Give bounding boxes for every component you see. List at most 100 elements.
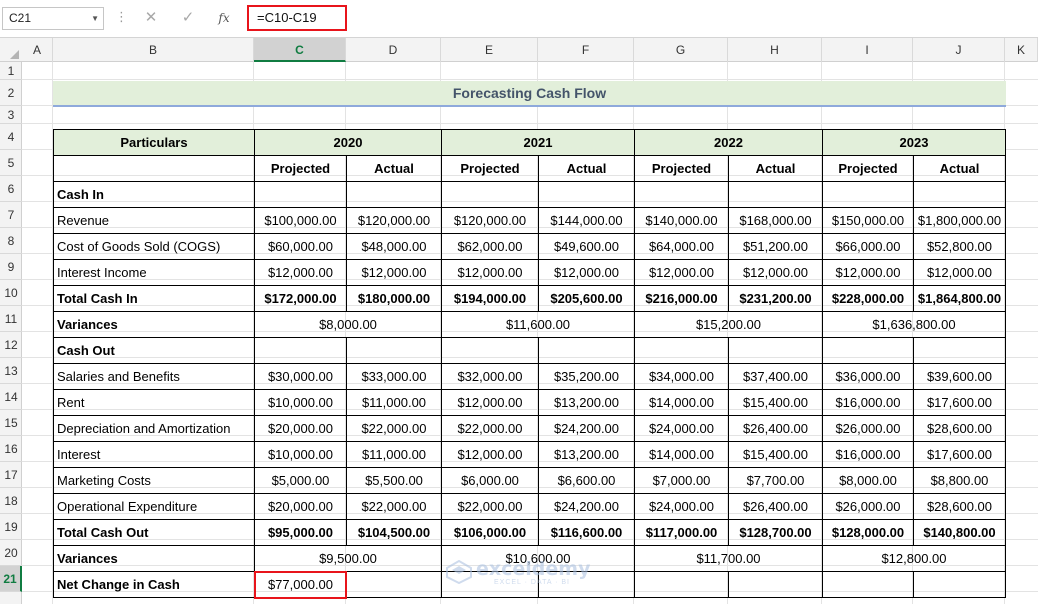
- row-header-7[interactable]: 7: [0, 202, 22, 228]
- table-cell[interactable]: $30,000.00: [254, 363, 347, 390]
- table-cell[interactable]: $15,400.00: [728, 441, 823, 468]
- column-header-d[interactable]: D: [346, 38, 441, 62]
- row-header-20[interactable]: 20: [0, 540, 22, 566]
- row-header-17[interactable]: 17: [0, 462, 22, 488]
- row-header-2[interactable]: 2: [0, 80, 22, 106]
- row-header-19[interactable]: 19: [0, 514, 22, 540]
- table-cell[interactable]: $116,600.00: [538, 519, 635, 546]
- table-cell[interactable]: $12,000.00: [441, 441, 539, 468]
- subheader-actual[interactable]: Actual: [538, 155, 635, 182]
- table-cell[interactable]: $6,600.00: [538, 467, 635, 494]
- table-cell[interactable]: $5,500.00: [346, 467, 442, 494]
- table-cell[interactable]: $60,000.00: [254, 233, 347, 260]
- table-cell[interactable]: $5,000.00: [254, 467, 347, 494]
- table-cell[interactable]: $205,600.00: [538, 285, 635, 312]
- table-cell[interactable]: $22,000.00: [441, 415, 539, 442]
- table-cell[interactable]: $104,500.00: [346, 519, 442, 546]
- table-cell[interactable]: [346, 571, 442, 598]
- table-cell[interactable]: $8,000.00: [822, 467, 914, 494]
- chevron-down-icon[interactable]: ▼: [91, 8, 99, 29]
- table-cell[interactable]: $1,800,000.00: [913, 207, 1006, 234]
- row-label[interactable]: Salaries and Benefits: [53, 363, 255, 390]
- column-header-j[interactable]: J: [913, 38, 1005, 62]
- table-cell[interactable]: $128,000.00: [822, 519, 914, 546]
- row-label[interactable]: Interest Income: [53, 259, 255, 286]
- table-cell[interactable]: $7,700.00: [728, 467, 823, 494]
- row-header-1[interactable]: 1: [0, 62, 22, 80]
- row-header-8[interactable]: 8: [0, 228, 22, 254]
- variance-value[interactable]: $9,500.00: [254, 545, 442, 572]
- row-header-9[interactable]: 9: [0, 254, 22, 280]
- subheader-actual[interactable]: Actual: [913, 155, 1006, 182]
- table-cell[interactable]: $22,000.00: [441, 493, 539, 520]
- table-cell[interactable]: $12,000.00: [254, 259, 347, 286]
- table-cell[interactable]: $11,000.00: [346, 389, 442, 416]
- table-cell[interactable]: $12,000.00: [822, 259, 914, 286]
- table-cell[interactable]: $28,600.00: [913, 415, 1006, 442]
- subheader-projected[interactable]: Projected: [441, 155, 539, 182]
- table-cell[interactable]: [538, 337, 635, 364]
- table-cell[interactable]: [538, 181, 635, 208]
- table-cell[interactable]: $12,000.00: [728, 259, 823, 286]
- subheader-projected[interactable]: Projected: [254, 155, 347, 182]
- table-cell[interactable]: $216,000.00: [634, 285, 729, 312]
- row-label[interactable]: Total Cash In: [53, 285, 255, 312]
- row-header-16[interactable]: 16: [0, 436, 22, 462]
- table-cell[interactable]: [634, 337, 729, 364]
- header-year-2022[interactable]: 2022: [634, 129, 823, 156]
- table-cell[interactable]: $16,000.00: [822, 389, 914, 416]
- column-header-g[interactable]: G: [634, 38, 728, 62]
- name-box[interactable]: C21 ▼: [2, 7, 104, 30]
- row-header-4[interactable]: 4: [0, 124, 22, 150]
- table-cell[interactable]: $24,200.00: [538, 493, 635, 520]
- header-particulars[interactable]: Particulars: [53, 129, 255, 156]
- table-cell[interactable]: [254, 181, 347, 208]
- table-cell[interactable]: $51,200.00: [728, 233, 823, 260]
- table-cell[interactable]: $16,000.00: [822, 441, 914, 468]
- table-cell[interactable]: $62,000.00: [441, 233, 539, 260]
- table-cell[interactable]: $14,000.00: [634, 441, 729, 468]
- table-cell[interactable]: $194,000.00: [441, 285, 539, 312]
- table-cell[interactable]: $13,200.00: [538, 389, 635, 416]
- table-cell[interactable]: $150,000.00: [822, 207, 914, 234]
- table-cell[interactable]: [441, 337, 539, 364]
- table-cell[interactable]: $120,000.00: [346, 207, 442, 234]
- select-all-button[interactable]: [0, 38, 22, 62]
- table-cell[interactable]: $22,000.00: [346, 415, 442, 442]
- table-cell[interactable]: $20,000.00: [254, 415, 347, 442]
- table-cell[interactable]: $34,000.00: [634, 363, 729, 390]
- table-cell[interactable]: $20,000.00: [254, 493, 347, 520]
- table-cell[interactable]: $48,000.00: [346, 233, 442, 260]
- header-year-2023[interactable]: 2023: [822, 129, 1006, 156]
- subheader-actual[interactable]: Actual: [728, 155, 823, 182]
- subheader-actual[interactable]: Actual: [346, 155, 442, 182]
- table-cell[interactable]: $10,000.00: [254, 441, 347, 468]
- table-cell[interactable]: $52,800.00: [913, 233, 1006, 260]
- table-cell[interactable]: $7,000.00: [634, 467, 729, 494]
- table-cell[interactable]: [822, 337, 914, 364]
- table-cell[interactable]: $172,000.00: [254, 285, 347, 312]
- row-header-13[interactable]: 13: [0, 358, 22, 384]
- table-cell[interactable]: $120,000.00: [441, 207, 539, 234]
- table-cell[interactable]: $12,000.00: [346, 259, 442, 286]
- table-cell[interactable]: $117,000.00: [634, 519, 729, 546]
- row-header-21[interactable]: 21: [0, 566, 22, 592]
- column-header-h[interactable]: H: [728, 38, 822, 62]
- cancel-icon[interactable]: ✕: [140, 7, 162, 29]
- table-cell[interactable]: [441, 571, 539, 598]
- table-cell[interactable]: $11,000.00: [346, 441, 442, 468]
- table-cell[interactable]: $12,000.00: [441, 259, 539, 286]
- net-change-label[interactable]: Net Change in Cash: [53, 571, 255, 598]
- table-cell[interactable]: $66,000.00: [822, 233, 914, 260]
- table-cell[interactable]: $140,000.00: [634, 207, 729, 234]
- table-cell[interactable]: [346, 337, 442, 364]
- insert-function-icon[interactable]: fx: [213, 7, 235, 29]
- subheader-projected[interactable]: Projected: [634, 155, 729, 182]
- table-cell[interactable]: $10,000.00: [254, 389, 347, 416]
- table-cell[interactable]: [822, 181, 914, 208]
- net-change-value[interactable]: $77,000.00: [254, 571, 347, 598]
- table-cell[interactable]: $37,400.00: [728, 363, 823, 390]
- row-label[interactable]: Cost of Goods Sold (COGS): [53, 233, 255, 260]
- section-label-cash-in[interactable]: Cash In: [53, 181, 255, 208]
- row-header-12[interactable]: 12: [0, 332, 22, 358]
